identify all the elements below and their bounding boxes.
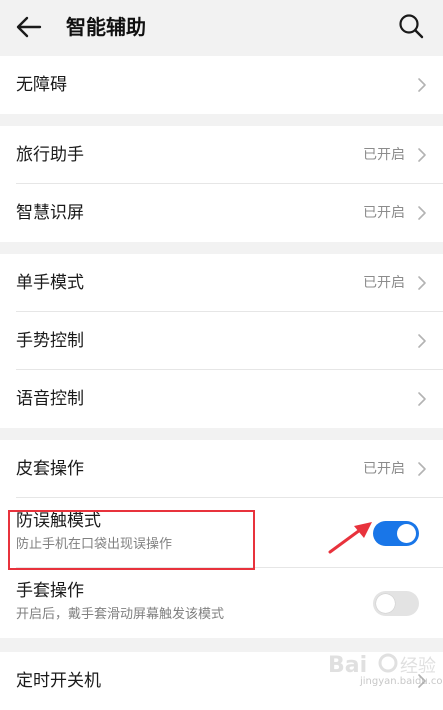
row-title: 皮套操作	[16, 459, 84, 479]
row-title: 单手模式	[16, 273, 84, 293]
row-voice-control[interactable]: 语音控制	[0, 370, 443, 428]
chevron-right-icon	[418, 206, 426, 220]
chevron-right-icon	[418, 78, 426, 92]
chevron-right-icon	[418, 392, 426, 406]
row-title: 智慧识屏	[16, 203, 84, 223]
row-title: 语音控制	[16, 389, 84, 409]
row-status: 已开启	[363, 461, 405, 477]
glove-mode-toggle[interactable]	[373, 591, 419, 616]
row-gesture-control[interactable]: 手势控制	[0, 312, 443, 370]
page-title: 智能辅助	[66, 15, 146, 39]
row-glove-operation: 手套操作 开启后，戴手套滑动屏幕触发该模式	[0, 568, 443, 638]
row-subtitle: 开启后，戴手套滑动屏幕触发该模式	[16, 607, 225, 622]
row-title: 定时开关机	[16, 671, 101, 691]
red-arrow-icon	[328, 522, 372, 554]
row-cover-operation[interactable]: 皮套操作 已开启	[0, 440, 443, 498]
row-status: 已开启	[363, 147, 405, 163]
chevron-right-icon	[418, 334, 426, 348]
chevron-right-icon	[418, 148, 426, 162]
row-travel-assistant[interactable]: 旅行助手 已开启	[0, 126, 443, 184]
row-one-hand-mode[interactable]: 单手模式 已开启	[0, 254, 443, 312]
search-icon[interactable]	[396, 11, 426, 41]
settings-group-smart: 旅行助手 已开启 智慧识屏 已开启	[0, 126, 443, 242]
svg-text:Bai: Bai	[328, 653, 367, 678]
row-status: 已开启	[363, 275, 405, 291]
accidental-touch-toggle[interactable]	[373, 521, 419, 546]
row-title: 旅行助手	[16, 145, 84, 165]
baidu-logo-icon: Bai 经验	[328, 653, 436, 678]
row-status: 已开启	[363, 205, 405, 221]
header-bar: 智能辅助	[0, 0, 443, 54]
annotation-highlight-box	[8, 510, 255, 570]
row-accessibility[interactable]: 无障碍	[0, 56, 443, 114]
arrow-left-icon[interactable]	[14, 12, 44, 42]
watermark-text: jingyan.baidu.com	[360, 676, 443, 687]
row-title: 无障碍	[16, 75, 67, 95]
row-title: 手势控制	[16, 331, 84, 351]
chevron-right-icon	[418, 276, 426, 290]
toggle-knob	[376, 594, 395, 613]
chevron-right-icon	[418, 462, 426, 476]
svg-text:经验: 经验	[400, 656, 436, 677]
toggle-knob	[397, 524, 416, 543]
row-smart-screen[interactable]: 智慧识屏 已开启	[0, 184, 443, 242]
row-title: 手套操作	[16, 581, 84, 601]
settings-group-accessibility: 无障碍	[0, 56, 443, 114]
baidu-watermark: Bai 经验 jingyan.baidu.com	[320, 646, 443, 696]
settings-group-control: 单手模式 已开启 手势控制 语音控制	[0, 254, 443, 428]
